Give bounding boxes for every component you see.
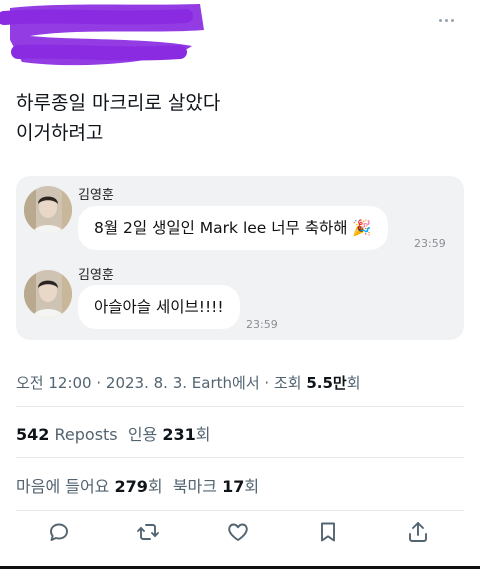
- divider: [16, 406, 464, 407]
- message-time: 23:59: [414, 237, 446, 250]
- quotes-suffix: 회: [195, 425, 211, 444]
- avatar: [24, 186, 72, 234]
- tweet-text: 하루종일 마크리로 살았다 이거하려고: [16, 88, 220, 148]
- bookmarks-stat[interactable]: 북마크 17회: [173, 477, 259, 496]
- bookmarks-label: 북마크: [172, 477, 217, 496]
- meta-separator: ·: [264, 374, 270, 392]
- views-label: 조회: [273, 374, 302, 392]
- avatar: [24, 270, 72, 318]
- message-bubble: 8월 2일 생일인 Mark lee 너무 축하해 🎉: [78, 206, 388, 250]
- more-icon[interactable]: [434, 12, 458, 28]
- chat-screenshot[interactable]: 김영훈 8월 2일 생일인 Mark lee 너무 축하해 🎉 23:59 김영…: [16, 176, 464, 340]
- likes-count: 279: [114, 477, 148, 496]
- tweet-datetime[interactable]: 오전 12:00 · 2023. 8. 3.: [16, 374, 187, 392]
- like-bookmark-stats: 마음에 들어요 279회 북마크 17회: [16, 473, 259, 497]
- views-count: 5.5만: [306, 374, 347, 392]
- quotes-count: 231: [162, 425, 196, 444]
- tweet-meta: 오전 12:00 · 2023. 8. 3. Earth에서 · 조회 5.5만…: [16, 372, 361, 393]
- reposts-stat[interactable]: 542 Reposts: [16, 425, 118, 444]
- likes-suffix: 회: [147, 477, 163, 496]
- tweet-text-line: 이거하려고: [16, 122, 104, 144]
- message-bubble: 아슬아슬 세이브!!!!: [78, 285, 240, 329]
- quotes-label: 인용: [127, 425, 158, 444]
- likes-label: 마음에 들어요: [16, 477, 110, 496]
- heart-icon[interactable]: [226, 520, 254, 548]
- quotes-stat[interactable]: 인용 231회: [128, 425, 211, 444]
- repost-quote-stats: 542 Reposts 인용 231회: [16, 421, 211, 445]
- tweet-text-line: 하루종일 마크리로 살았다: [16, 92, 221, 114]
- message-time: 23:59: [246, 318, 278, 331]
- redaction-scribble: [0, 4, 204, 66]
- bookmarks-suffix: 회: [244, 477, 260, 496]
- more-dot: [438, 18, 442, 22]
- reply-icon[interactable]: [47, 520, 75, 548]
- tweet-source: Earth에서: [191, 374, 260, 392]
- bookmarks-count: 17: [222, 477, 245, 496]
- reposts-count: 542: [16, 425, 50, 444]
- bookmark-icon[interactable]: [316, 520, 344, 548]
- divider: [16, 457, 464, 458]
- likes-stat[interactable]: 마음에 들어요 279회: [16, 477, 163, 496]
- divider: [16, 510, 464, 511]
- action-bar: [0, 520, 480, 550]
- more-dot: [450, 18, 454, 22]
- views-suffix: 회: [346, 374, 361, 392]
- reposts-label: Reposts: [54, 425, 118, 444]
- share-icon[interactable]: [406, 520, 434, 548]
- sender-name: 김영훈: [78, 268, 114, 283]
- repost-icon[interactable]: [136, 520, 164, 548]
- more-dot: [444, 18, 448, 22]
- sender-name: 김영훈: [78, 188, 114, 203]
